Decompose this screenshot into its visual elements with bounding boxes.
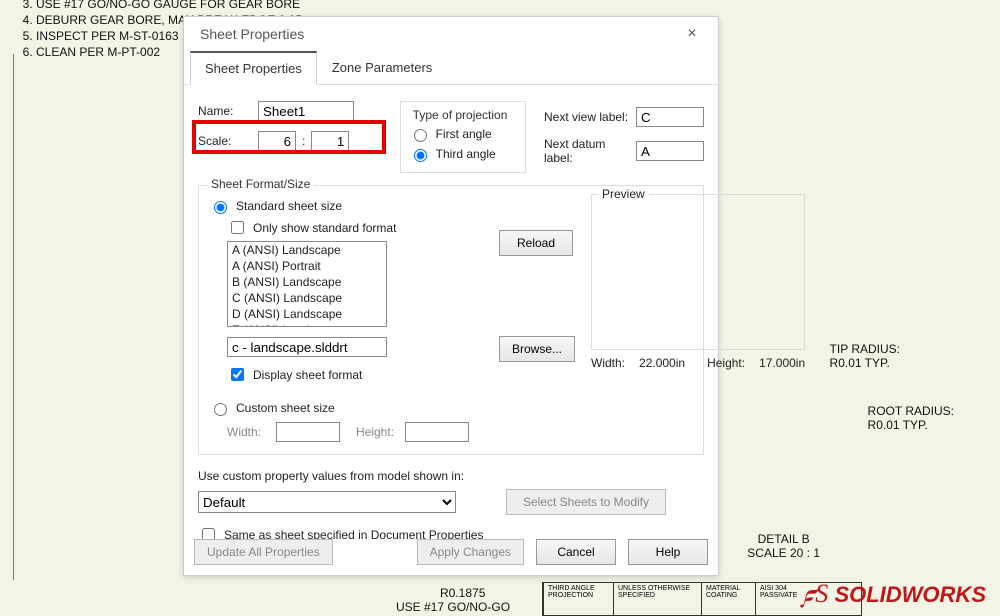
name-input[interactable] xyxy=(258,101,354,121)
first-angle-label: First angle xyxy=(436,127,492,141)
custom-height-label: Height: xyxy=(356,425,399,439)
note-3: USE #17 GO/NO-GO GAUGE FOR GEAR BORE xyxy=(36,0,302,12)
list-item[interactable]: E (ANSI) Landscape xyxy=(228,322,386,327)
preview-box: Preview xyxy=(591,194,805,350)
detail-label: DETAIL BSCALE 20 : 1 xyxy=(747,532,820,560)
solidworks-logo: 𝟋S SOLIDWORKS xyxy=(802,579,986,610)
custom-size-label: Custom sheet size xyxy=(236,401,335,415)
tab-sheet-properties[interactable]: Sheet Properties xyxy=(190,51,317,85)
sheet-size-listbox[interactable]: A (ANSI) Landscape A (ANSI) Portrait B (… xyxy=(227,241,387,327)
projection-group-title: Type of projection xyxy=(409,108,512,122)
list-item[interactable]: C (ANSI) Landscape xyxy=(228,290,386,306)
update-all-button: Update All Properties xyxy=(194,539,333,565)
help-button[interactable]: Help xyxy=(628,539,708,565)
custom-width-label: Width: xyxy=(227,425,270,439)
next-datum-input[interactable] xyxy=(636,141,704,161)
drawing-ruler xyxy=(0,54,14,580)
dialog-title: Sheet Properties xyxy=(200,26,304,42)
custom-size-radio[interactable] xyxy=(214,403,227,416)
scale-numerator-input[interactable] xyxy=(258,131,296,151)
browse-button[interactable]: Browse... xyxy=(499,336,575,362)
bore-note: USE #17 GO/NO-GO xyxy=(396,600,510,614)
display-format-label: Display sheet format xyxy=(253,368,362,382)
apply-changes-button: Apply Changes xyxy=(417,539,524,565)
list-item[interactable]: A (ANSI) Landscape xyxy=(228,242,386,258)
preview-height-value: 17.000in xyxy=(759,356,805,370)
standard-size-radio[interactable] xyxy=(214,201,227,214)
sheet-format-group: Sheet Format/Size Standard sheet size On… xyxy=(198,185,704,455)
sheet-format-title: Sheet Format/Size xyxy=(207,177,314,191)
next-view-input[interactable] xyxy=(636,107,704,127)
dialog-tabs: Sheet Properties Zone Parameters xyxy=(184,51,718,85)
tip-radius-callout: TIP RADIUS:R0.01 TYP. xyxy=(830,342,900,370)
third-angle-radio[interactable] xyxy=(414,149,427,162)
template-path-input[interactable] xyxy=(227,337,387,357)
custom-width-input xyxy=(276,422,340,442)
preview-title: Preview xyxy=(598,187,649,201)
scale-denominator-input[interactable] xyxy=(311,131,349,151)
preview-width-value: 22.000in xyxy=(639,356,685,370)
custom-prop-combo[interactable]: Default xyxy=(198,491,456,513)
next-datum-label: Next datum label: xyxy=(544,137,630,165)
only-standard-checkbox[interactable] xyxy=(231,221,244,234)
root-radius-callout: ROOT RADIUS:R0.01 TYP. xyxy=(868,404,954,432)
tab-zone-parameters[interactable]: Zone Parameters xyxy=(317,51,447,84)
dialog-titlebar[interactable]: Sheet Properties × xyxy=(184,17,718,51)
first-angle-radio[interactable] xyxy=(414,129,427,142)
list-item[interactable]: A (ANSI) Portrait xyxy=(228,258,386,274)
custom-height-input xyxy=(405,422,469,442)
select-sheets-button: Select Sheets to Modify xyxy=(506,489,666,515)
standard-size-label: Standard sheet size xyxy=(236,199,342,213)
scale-colon: : xyxy=(302,134,305,148)
preview-height-label: Height: xyxy=(707,356,745,370)
close-icon[interactable]: × xyxy=(676,20,708,48)
next-view-label: Next view label: xyxy=(544,110,630,124)
reload-button[interactable]: Reload xyxy=(499,230,573,256)
only-standard-label: Only show standard format xyxy=(253,221,396,235)
preview-width-label: Width: xyxy=(591,356,625,370)
list-item[interactable]: B (ANSI) Landscape xyxy=(228,274,386,290)
sheet-properties-dialog: Sheet Properties × Sheet Properties Zone… xyxy=(183,16,719,576)
name-label: Name: xyxy=(198,104,252,118)
cancel-button[interactable]: Cancel xyxy=(536,539,616,565)
bore-dim: R0.1875 xyxy=(440,586,485,600)
custom-prop-label: Use custom property values from model sh… xyxy=(198,469,704,483)
list-item[interactable]: D (ANSI) Landscape xyxy=(228,306,386,322)
display-format-checkbox[interactable] xyxy=(231,368,244,381)
third-angle-label: Third angle xyxy=(436,147,496,161)
scale-label: Scale: xyxy=(198,134,252,148)
